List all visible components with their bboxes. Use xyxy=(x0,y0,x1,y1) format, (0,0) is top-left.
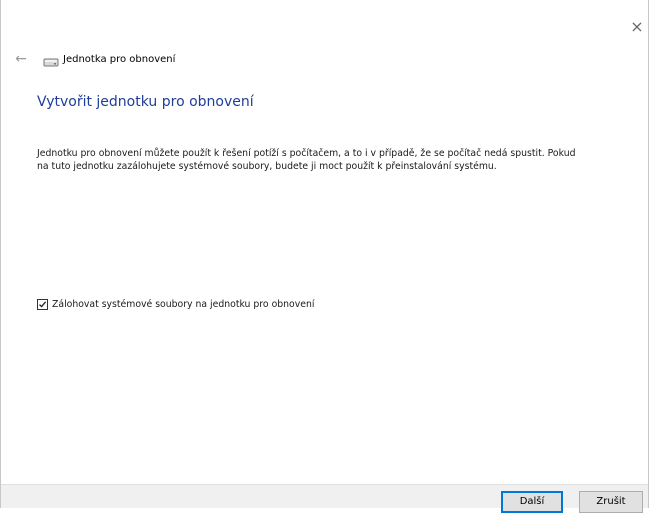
next-button[interactable]: Další xyxy=(501,491,563,513)
backup-system-files-checkbox[interactable] xyxy=(37,299,48,310)
drive-icon xyxy=(43,53,59,67)
page-title: Vytvořit jednotku pro obnovení xyxy=(37,94,254,110)
backup-system-files-option[interactable]: Zálohovat systémové soubory na jednotku … xyxy=(37,299,314,310)
window-title: Jednotka pro obnovení xyxy=(63,53,176,65)
description-text: Jednotku pro obnovení můžete použít k ře… xyxy=(37,148,576,172)
backup-system-files-label[interactable]: Zálohovat systémové soubory na jednotku … xyxy=(52,299,314,310)
checkmark-icon xyxy=(39,301,47,308)
close-icon: × xyxy=(630,17,644,36)
back-arrow-icon: ← xyxy=(15,51,27,67)
wizard-header: ← Jednotka pro obnovení xyxy=(11,48,175,70)
close-button[interactable]: × xyxy=(626,16,648,38)
recovery-drive-wizard-window: × ← Jednotka pro obnovení Vytvořit jedno… xyxy=(0,0,649,513)
back-button[interactable]: ← xyxy=(11,49,31,69)
cancel-button[interactable]: Zrušit xyxy=(579,491,643,513)
